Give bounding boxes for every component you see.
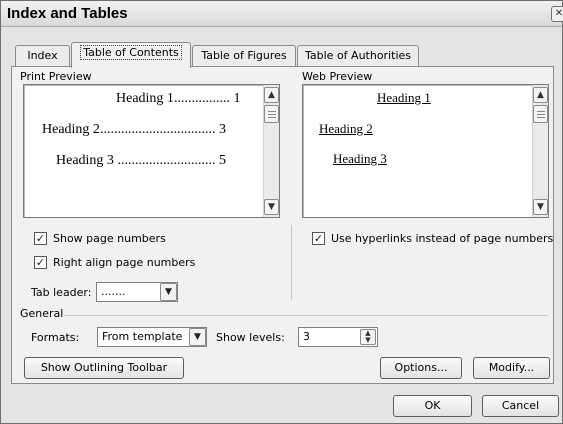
web-preview-scrollbar[interactable]: ▲ ▼ <box>532 85 548 217</box>
options-button[interactable]: Options... <box>380 357 462 379</box>
tab-leader-value: ....... <box>101 285 126 298</box>
general-divider <box>64 315 548 316</box>
tab-panel: Print Preview Heading 1................ … <box>11 66 554 384</box>
web-preview-label: Web Preview <box>302 70 373 83</box>
scroll-up-icon[interactable]: ▲ <box>533 87 548 103</box>
tab-label: Table of Contents <box>80 45 182 60</box>
chevron-down-icon[interactable]: ▼ <box>189 328 206 346</box>
scroll-down-icon[interactable]: ▼ <box>264 199 279 215</box>
close-icon[interactable]: ✕ <box>551 6 563 22</box>
print-preview-label: Print Preview <box>20 70 92 83</box>
web-preview-link[interactable]: Heading 1 <box>377 90 431 106</box>
web-preview-link[interactable]: Heading 2 <box>319 121 373 137</box>
tab-table-of-contents[interactable]: Table of Contents <box>71 42 191 68</box>
heading-text: Heading 2 <box>42 122 100 137</box>
tab-leader-dots: ............................ <box>117 153 216 168</box>
right-align-checkbox[interactable]: ✓ <box>34 256 47 269</box>
cancel-button[interactable]: Cancel <box>482 395 559 417</box>
web-preview-box: Heading 1 Heading 2 Heading 3 ▲ ▼ <box>302 84 549 218</box>
use-hyperlinks-label[interactable]: Use hyperlinks instead of page numbers <box>331 232 553 245</box>
title-bar[interactable]: Index and Tables ✕ <box>1 1 563 27</box>
print-preview-scrollbar[interactable]: ▲ ▼ <box>263 85 279 217</box>
tab-label: Table of Authorities <box>305 49 411 62</box>
modify-button[interactable]: Modify... <box>473 357 550 379</box>
ok-button[interactable]: OK <box>393 395 472 417</box>
heading-text: Heading 1 <box>116 91 174 106</box>
show-levels-label: Show levels: <box>216 331 285 344</box>
page-number: 3 <box>218 122 226 137</box>
show-page-numbers-checkbox[interactable]: ✓ <box>34 232 47 245</box>
print-preview-line: Heading 2...............................… <box>42 122 226 138</box>
scroll-up-icon[interactable]: ▲ <box>264 87 279 103</box>
heading-text: Heading 3 <box>56 153 114 168</box>
page-number: 5 <box>218 153 226 168</box>
tab-label: Table of Figures <box>201 49 287 62</box>
right-align-label[interactable]: Right align page numbers <box>53 256 195 269</box>
index-and-tables-dialog: Index and Tables ✕ Index Table of Conten… <box>0 0 563 424</box>
spinner-arrows-icon[interactable]: ▲ ▼ <box>360 329 376 345</box>
tab-leader-dots: ................ <box>173 91 230 106</box>
formats-value: From template <box>102 330 183 343</box>
formats-label: Formats: <box>31 331 80 344</box>
tab-index[interactable]: Index <box>15 45 70 67</box>
show-page-numbers-label[interactable]: Show page numbers <box>53 232 166 245</box>
general-label: General <box>20 307 64 320</box>
tab-leader-label: Tab leader: <box>31 286 92 299</box>
show-outlining-toolbar-button[interactable]: Show Outlining Toolbar <box>24 357 184 379</box>
tab-table-of-authorities[interactable]: Table of Authorities <box>297 45 419 67</box>
column-divider <box>291 225 292 300</box>
print-preview-line: Heading 1................ 1 <box>116 91 240 107</box>
scroll-down-icon[interactable]: ▼ <box>533 199 548 215</box>
scroll-thumb[interactable] <box>264 105 279 123</box>
chevron-down-icon[interactable]: ▼ <box>160 283 177 301</box>
print-preview-line: Heading 3 ............................ 5 <box>56 153 226 169</box>
scroll-thumb[interactable] <box>533 105 548 123</box>
dialog-title: Index and Tables <box>7 5 128 22</box>
page-number: 1 <box>233 91 241 106</box>
tab-leader-dots: ................................. <box>99 122 216 137</box>
show-levels-value: 3 <box>303 330 310 343</box>
tab-table-of-figures[interactable]: Table of Figures <box>192 45 296 67</box>
web-preview-link[interactable]: Heading 3 <box>333 151 387 167</box>
print-preview-box: Heading 1................ 1 Heading 2...… <box>23 84 280 218</box>
use-hyperlinks-checkbox[interactable]: ✓ <box>312 232 325 245</box>
tab-label: Index <box>27 49 58 62</box>
